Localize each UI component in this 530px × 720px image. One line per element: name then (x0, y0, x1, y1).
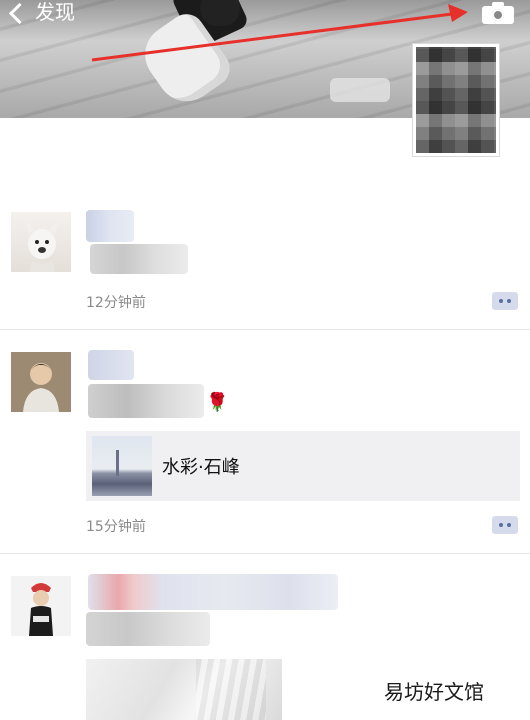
link-title: 水彩·石峰 (162, 457, 240, 478)
divider (0, 329, 530, 330)
post-time: 12分钟前 (86, 295, 146, 311)
author-name-blurred[interactable] (88, 350, 134, 380)
watermark: 易坊好文馆 (384, 680, 484, 704)
post-text-blurred (90, 244, 188, 274)
post-text-blurred (86, 612, 210, 646)
comment-button[interactable] (492, 292, 518, 310)
post-time: 15分钟前 (86, 519, 146, 535)
child-avatar-image (11, 352, 71, 412)
link-thumbnail (92, 436, 152, 496)
author-name-blurred[interactable] (86, 210, 134, 242)
profile-avatar[interactable] (413, 44, 499, 156)
dog-avatar-image (25, 220, 59, 272)
post-photo[interactable] (86, 659, 282, 720)
person-avatar-image (11, 576, 71, 636)
divider (0, 553, 530, 554)
comment-button[interactable] (492, 516, 518, 534)
avatar[interactable] (11, 352, 71, 412)
dots-icon (499, 523, 503, 527)
shared-link-card[interactable]: 水彩·石峰 (86, 431, 520, 501)
dots-icon (499, 299, 503, 303)
avatar[interactable] (11, 576, 71, 636)
author-name-blurred[interactable] (88, 574, 338, 610)
post-emoji-rose: 🌹 (206, 392, 229, 413)
post-text-blurred (88, 384, 204, 418)
avatar[interactable] (11, 212, 71, 272)
